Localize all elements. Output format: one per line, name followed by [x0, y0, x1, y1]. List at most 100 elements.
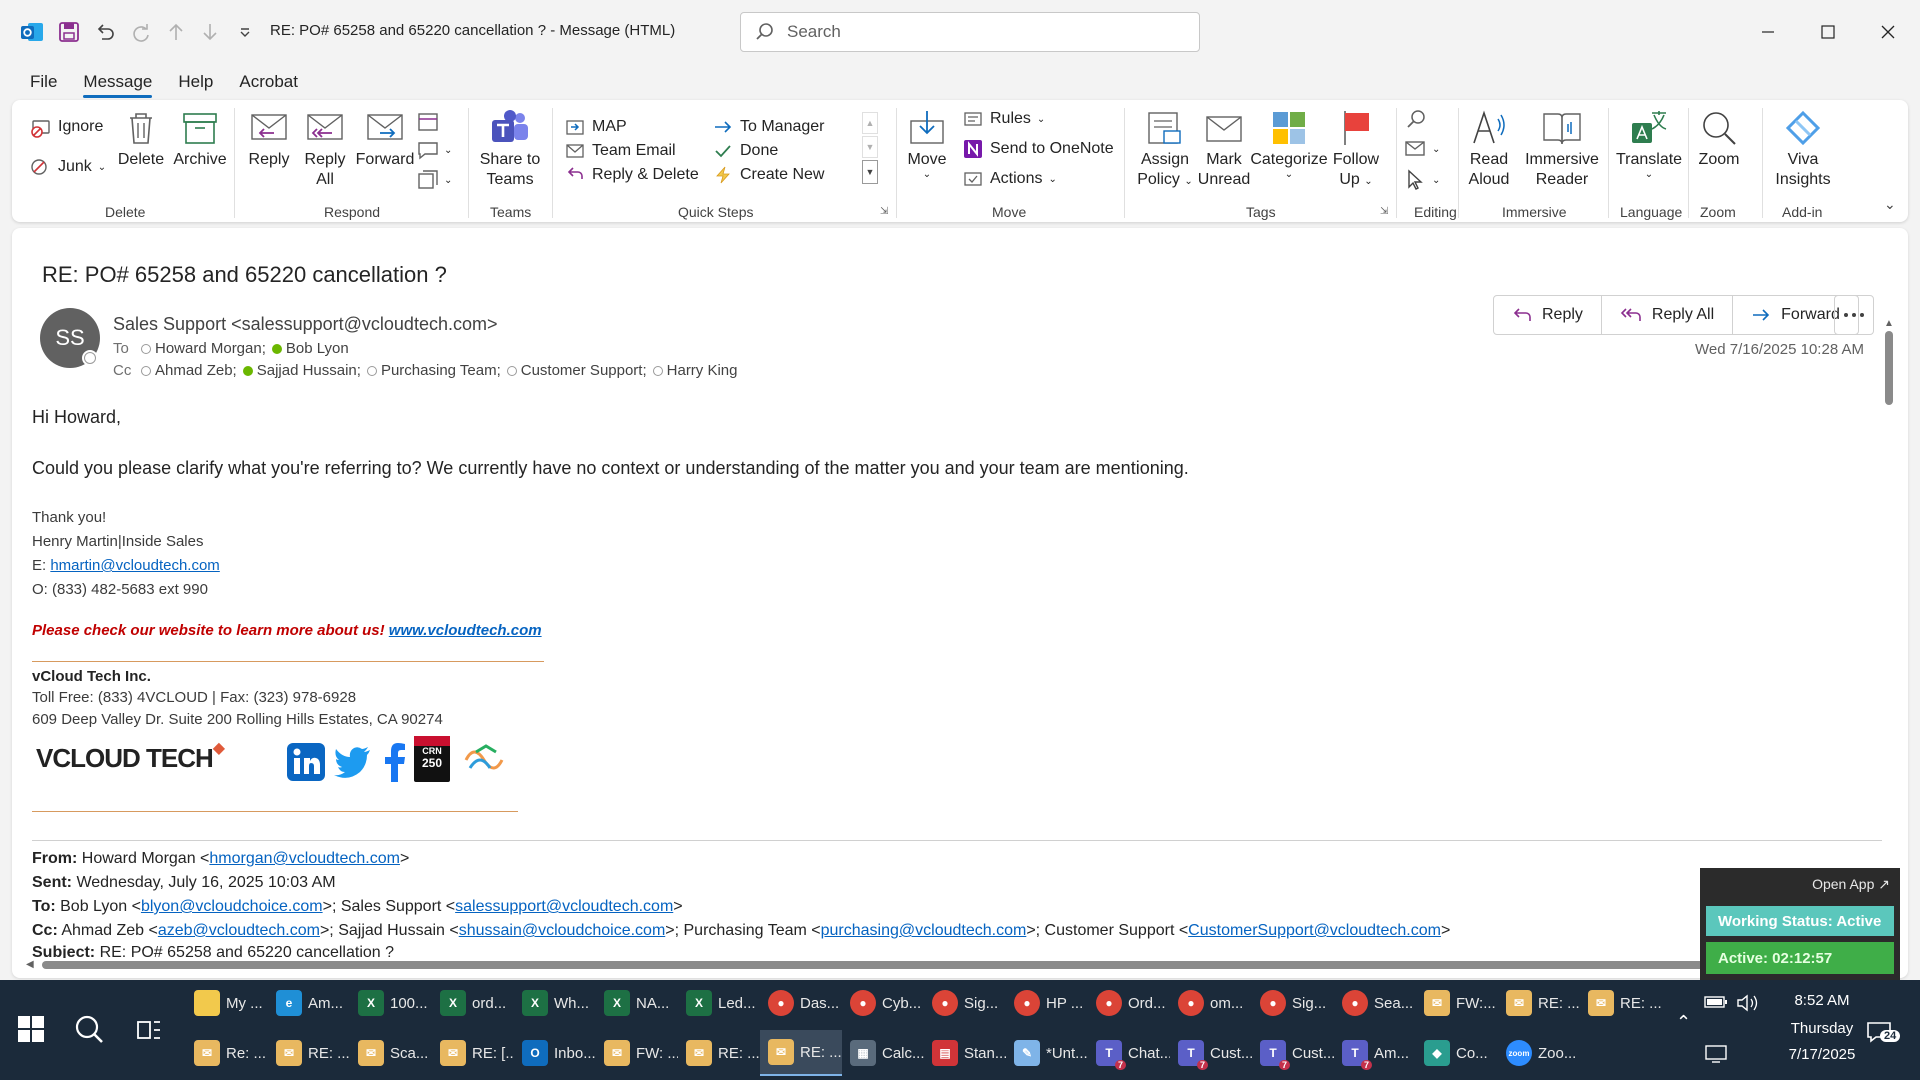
find-button[interactable] [1404, 108, 1428, 132]
more-actions-button[interactable] [1834, 295, 1874, 335]
recipient[interactable]: Sajjad Hussain; [242, 362, 361, 379]
taskbar-app-button[interactable]: zoom Zoo... [1498, 1030, 1580, 1076]
scrollbar-thumb[interactable] [42, 961, 1722, 969]
reply-button[interactable]: Reply [244, 108, 294, 170]
search-input[interactable]: Search [740, 12, 1200, 52]
quickstep-to-manager[interactable]: To Manager [712, 116, 825, 138]
taskbar-app-button[interactable]: ✉ RE: ... [678, 1030, 760, 1076]
horizontal-scrollbar[interactable]: ◀ [26, 959, 1886, 971]
ignore-button[interactable]: Ignore [30, 116, 103, 138]
more-respond-button[interactable]: ⌄ [416, 168, 452, 192]
reply-all-button[interactable]: Reply All [1602, 296, 1734, 334]
taskbar-app-button[interactable]: ● Sig... [1252, 980, 1334, 1026]
email-link[interactable]: blyon@vcloudchoice.com [141, 898, 323, 915]
taskbar-app-button[interactable]: ● Ord... [1088, 980, 1170, 1026]
meeting-reply-icon[interactable] [416, 110, 440, 134]
quicksteps-scroll[interactable]: ▲ ▼ ▼ [862, 112, 878, 186]
taskbar-app-button[interactable]: ▤ Stan... [924, 1030, 1006, 1076]
email-link[interactable]: azeb@vcloudtech.com [158, 922, 320, 939]
translate-button[interactable]: Translate ⌄ [1616, 108, 1682, 180]
collapse-ribbon-icon[interactable]: ⌄ [1884, 196, 1896, 213]
taskbar-app-button[interactable]: ▦ Calc... [842, 1030, 924, 1076]
vertical-scrollbar[interactable]: ▲ [1882, 318, 1896, 788]
recipient[interactable]: Ahmad Zeb; [141, 362, 237, 379]
select-button[interactable]: ⌄ [1404, 168, 1440, 192]
follow-up-button[interactable]: Follow Up ⌄ [1330, 108, 1382, 192]
taskbar-app-button[interactable]: ✉ RE: ... [760, 1030, 842, 1076]
taskbar-app-button[interactable]: X NA... [596, 980, 678, 1026]
taskbar-app-button[interactable]: ✉ RE: [... [432, 1030, 514, 1076]
volume-icon[interactable] [1736, 994, 1760, 1012]
taskbar-app-button[interactable]: X Wh... [514, 980, 596, 1026]
reply-button[interactable]: Reply [1494, 296, 1602, 334]
quickstep-reply-delete[interactable]: Reply & Delete [564, 164, 699, 186]
taskbar-app-button[interactable]: X 100... [350, 980, 432, 1026]
clock-date[interactable]: 7/17/2025 [1772, 1046, 1872, 1063]
taskbar-app-button[interactable]: ✉ RE: ... [268, 1030, 350, 1076]
facebook-icon[interactable] [382, 742, 406, 782]
categorize-button[interactable]: Categorize ⌄ [1250, 108, 1328, 180]
clock-day[interactable]: Thursday [1772, 1020, 1872, 1037]
taskbar-app-button[interactable]: ✉ FW:... [1416, 980, 1498, 1026]
quickstep-map[interactable]: MAP [564, 116, 627, 138]
taskbar-app-button[interactable]: ✉ Sca... [350, 1030, 432, 1076]
taskbar-app-button[interactable]: T 7 Cust... [1170, 1030, 1252, 1076]
reply-all-button[interactable]: Reply All [300, 108, 350, 190]
taskbar-app-button[interactable]: ✉ RE: ... [1498, 980, 1580, 1026]
sig-email-link[interactable]: hmartin@vcloudtech.com [50, 557, 219, 574]
save-button[interactable] [58, 18, 80, 46]
taskbar-app-button[interactable]: ✎ *Unt... [1006, 1030, 1088, 1076]
twitter-icon[interactable] [334, 746, 372, 778]
scroll-up-icon[interactable]: ▲ [1882, 318, 1896, 329]
taskbar-app-button[interactable]: ● om... [1170, 980, 1252, 1026]
forward-button[interactable]: Forward [354, 108, 416, 170]
taskbar-app-button[interactable]: ● Das... [760, 980, 842, 1026]
zoom-button[interactable]: Zoom [1694, 108, 1744, 170]
notifications-button[interactable]: 24 [1866, 1020, 1901, 1044]
undo-button[interactable] [94, 18, 116, 46]
taskbar-app-button[interactable]: ● Sig... [924, 980, 1006, 1026]
tab-file[interactable]: File [22, 66, 75, 98]
start-button[interactable] [18, 1016, 44, 1042]
taskbar-app-button[interactable]: X Led... [678, 980, 760, 1026]
recipient[interactable]: Customer Support; [506, 362, 647, 379]
maximize-button[interactable] [1812, 16, 1844, 48]
taskbar-app-button[interactable]: My ... [186, 980, 268, 1026]
action-center-icon[interactable] [1704, 1044, 1728, 1064]
customize-qat-icon[interactable] [238, 18, 252, 46]
immersive-reader-button[interactable]: Immersive Reader [1522, 108, 1602, 190]
close-button[interactable] [1872, 16, 1904, 48]
taskbar-app-button[interactable]: ✉ RE: ... [1580, 980, 1662, 1026]
taskbar-app-button[interactable]: T 7 Chat... [1088, 1030, 1170, 1076]
send-to-onenote-button[interactable]: Send to OneNote [962, 138, 1114, 160]
sender[interactable]: Sales Support <salessupport@vcloudtech.c… [113, 314, 498, 335]
related-button[interactable]: ⌄ [1404, 138, 1440, 160]
quickstep-create-new[interactable]: Create New [712, 164, 824, 186]
clock-time[interactable]: 8:52 AM [1772, 992, 1872, 1009]
recipient[interactable]: Harry King [652, 362, 738, 379]
taskbar-app-button[interactable]: T 7 Am... [1334, 1030, 1416, 1076]
taskbar-app-button[interactable]: ● HP ... [1006, 980, 1088, 1026]
email-link[interactable]: purchasing@vcloudtech.com [821, 922, 1027, 939]
show-hidden-icons-button[interactable]: ⌃ [1676, 1012, 1691, 1033]
battery-icon[interactable] [1704, 994, 1728, 1010]
rules-button[interactable]: Rules ⌄ [962, 108, 1045, 130]
taskbar-search-button[interactable] [74, 1014, 104, 1044]
linkedin-icon[interactable] [286, 742, 326, 782]
tab-message[interactable]: Message [75, 66, 170, 98]
quickstep-done[interactable]: Done [712, 140, 778, 162]
im-reply-button[interactable]: ⌄ [416, 138, 452, 162]
email-link[interactable]: CustomerSupport@vcloudtech.com [1188, 922, 1441, 939]
taskbar-app-button[interactable]: e Am... [268, 980, 350, 1026]
taskbar-app-button[interactable]: T 7 Cust... [1252, 1030, 1334, 1076]
minimize-button[interactable] [1752, 16, 1784, 48]
dialog-launcher-icon[interactable]: ⇲ [1380, 206, 1388, 217]
scroll-left-icon[interactable]: ◀ [26, 959, 34, 970]
scrollbar-thumb[interactable] [1885, 331, 1893, 405]
actions-button[interactable]: Actions ⌄ [962, 168, 1057, 190]
taskbar-app-button[interactable]: ✉ FW: ... [596, 1030, 678, 1076]
share-to-teams-button[interactable]: Share to Teams [478, 108, 542, 190]
delete-button[interactable]: Delete [114, 108, 168, 170]
expand-gallery-icon[interactable]: ▼ [862, 160, 878, 184]
taskbar-app-button[interactable]: Xord... [432, 980, 514, 1026]
